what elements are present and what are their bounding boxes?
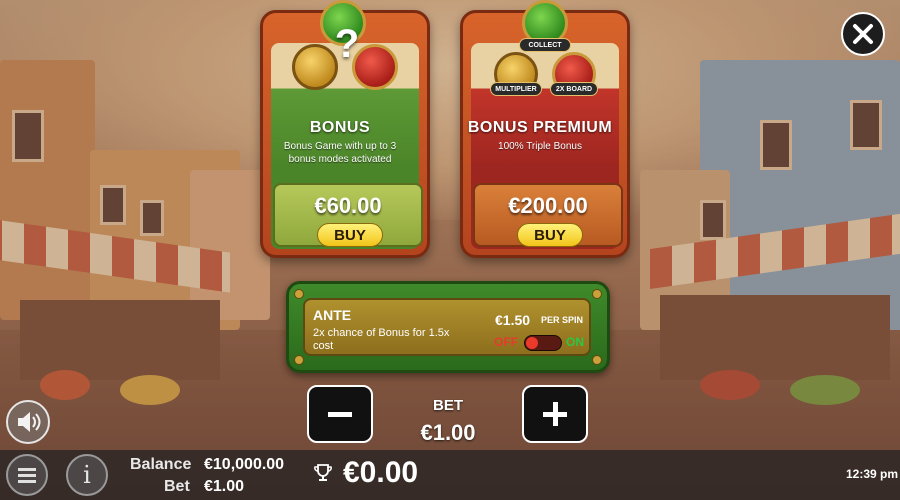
menu-button[interactable] <box>6 454 48 496</box>
trophy-icon <box>314 464 332 481</box>
card-price: €200.00 <box>508 193 588 218</box>
rivet <box>592 355 602 365</box>
card-title: BONUS PREMIUM <box>467 119 613 136</box>
rivet <box>592 289 602 299</box>
balance-value: €10,000.00 <box>204 456 285 473</box>
win-amount: €0.00 <box>343 456 419 489</box>
per-spin-label: PER SPIN <box>541 315 584 325</box>
card-title: BONUS <box>309 119 371 136</box>
toggle-knob <box>526 337 538 349</box>
ante-content: ANTE 2x chance of Bonus for 1.5x cost €1… <box>303 298 591 356</box>
ante-panel: ANTE 2x chance of Bonus for 1.5x cost €1… <box>286 281 610 373</box>
bet-label: BET <box>433 397 463 414</box>
buy-bonus-button[interactable]: BUY <box>317 223 383 247</box>
rivet <box>294 355 304 365</box>
close-icon <box>853 24 873 44</box>
collect-badge: COLLECT <box>519 38 571 52</box>
footer-bet-label: Bet <box>164 478 190 495</box>
card-description: Bonus Game with up to 3 bonus modes acti… <box>283 141 397 165</box>
close-button[interactable] <box>841 12 885 56</box>
info-icon: i <box>83 461 91 489</box>
info-button[interactable]: i <box>66 454 108 496</box>
ante-price: €1.50 <box>495 312 531 328</box>
ante-toggle[interactable]: OFF ON <box>494 334 584 352</box>
decrease-bet-button[interactable] <box>307 385 373 443</box>
speaker-icon <box>18 412 41 432</box>
price-panel: €60.00 BUY <box>273 183 423 247</box>
card-description: 100% Triple Bonus <box>498 141 582 152</box>
price-panel: €200.00 BUY <box>473 183 623 247</box>
clock: 12:39 pm <box>846 467 899 481</box>
menu-icon <box>18 468 36 483</box>
card-price: €60.00 <box>314 193 382 218</box>
bet-value: €1.00 <box>420 420 476 445</box>
buy-premium-button[interactable]: BUY <box>517 223 583 247</box>
increase-bet-button[interactable] <box>522 385 588 443</box>
balance-label: Balance <box>130 456 192 473</box>
board-badge: 2X BOARD <box>550 82 598 96</box>
toggle-track[interactable] <box>524 335 562 351</box>
toggle-on-label: ON <box>566 335 584 349</box>
footer-bet-value: €1.00 <box>204 478 245 495</box>
ante-description: 2x chance of Bonus for 1.5x cost <box>313 327 450 352</box>
sound-button[interactable] <box>6 400 50 444</box>
rivet <box>294 289 304 299</box>
question-mark-icon: ? <box>334 22 360 66</box>
multiplier-badge: MULTIPLIER <box>490 82 542 96</box>
minus-icon <box>328 412 352 417</box>
ante-title: ANTE <box>313 307 352 323</box>
toggle-off-label: OFF <box>494 335 518 349</box>
